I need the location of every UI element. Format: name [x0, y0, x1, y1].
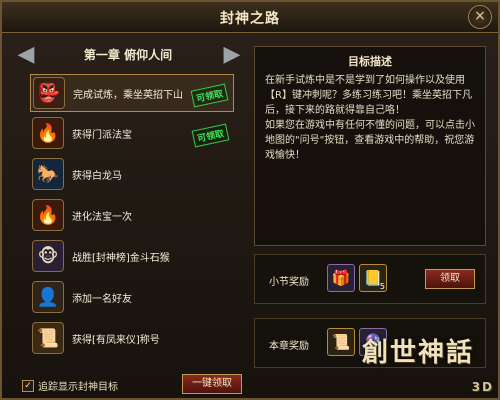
description-title: 目标描述	[348, 55, 392, 68]
claimable-stamp: 可领取	[191, 123, 230, 148]
scroll-icon[interactable]: 📜	[327, 328, 355, 356]
book-icon[interactable]: 📒 5	[359, 264, 387, 292]
task-item[interactable]: 🐵 战胜[封神榜]金斗石猴	[30, 238, 234, 276]
window-title: 封神之路	[220, 11, 280, 27]
task-label: 添加一名好友	[72, 294, 132, 305]
reward-count: 5	[379, 282, 385, 291]
description-panel: 目标描述 在新手试炼中是不是学到了如何操作以及使用【R】键冲刺呢？多练习练习吧！…	[254, 46, 486, 246]
chapter-reward-label: 本章奖励	[269, 341, 309, 352]
person-icon: 👤	[32, 281, 64, 313]
task-label: 战胜[封神榜]金斗石猴	[72, 253, 170, 264]
track-option[interactable]: ✓ 追踪显示封神目标	[22, 378, 118, 393]
task-label: 获得白龙马	[72, 171, 122, 182]
task-label: 进化法宝一次	[72, 212, 132, 223]
section-reward-label: 小节奖励	[269, 277, 309, 288]
claim-section-button[interactable]: 领取	[425, 269, 475, 289]
fire-orb-icon: 🔥	[32, 117, 64, 149]
task-list: 👺 完成试炼，乘坐英招下山 可领取 🔥 获得门派法宝 可领取 🐎 获得白龙马 🔥…	[30, 74, 234, 364]
scroll-icon: 📜	[32, 322, 64, 354]
reward-item-glyph: 📜	[331, 333, 351, 351]
monkey-icon: 🐵	[32, 240, 64, 272]
logo-text: 創世神話	[362, 338, 475, 368]
title-bar: 封神之路 ×	[2, 2, 498, 33]
reward-item-glyph: 🎁	[331, 269, 351, 287]
task-label: 获得[有凤来仪]称号	[72, 335, 160, 346]
task-item[interactable]: 🔥 获得门派法宝 可领取	[30, 115, 234, 153]
task-label: 完成试炼，乘坐英招下山	[73, 90, 183, 101]
section-reward-panel: 小节奖励 🎁 📒 5 领取	[254, 254, 486, 304]
chapter-header: ◀ 第一章 俯仰人间 ▶	[10, 38, 246, 74]
claim-all-button[interactable]: 一键领取	[182, 374, 242, 394]
track-checkbox[interactable]: ✓	[22, 379, 34, 392]
game-logo: 創世神話 3D	[362, 332, 498, 396]
chapter-title: 第一章 俯仰人间	[83, 48, 173, 62]
close-icon[interactable]: ×	[468, 5, 492, 29]
white-horse-icon: 🐎	[32, 158, 64, 190]
description-text: 在新手试炼中是不是学到了如何操作以及使用【R】键冲刺呢？多练习练习吧！乘坐英招下…	[265, 75, 475, 161]
claimable-stamp: 可领取	[190, 83, 229, 108]
task-item[interactable]: 🔥 进化法宝一次	[30, 197, 234, 235]
task-label: 获得门派法宝	[72, 130, 132, 141]
task-item[interactable]: 📜 获得[有凤来仪]称号	[30, 320, 234, 358]
fire-orb-icon: 🔥	[32, 199, 64, 231]
task-item[interactable]: 👤 添加一名好友	[30, 279, 234, 317]
gift-bag-icon[interactable]: 🎁	[327, 264, 355, 292]
demon-mask-icon: 👺	[33, 77, 65, 109]
task-item[interactable]: 👺 完成试炼，乘坐英招下山 可领取	[30, 74, 234, 112]
prev-chapter-icon[interactable]: ◀	[14, 41, 38, 69]
next-chapter-icon[interactable]: ▶	[220, 41, 244, 69]
task-item[interactable]: 🐎 获得白龙马	[30, 156, 234, 194]
track-label: 追踪显示封神目标	[38, 382, 118, 393]
quest-window: 封神之路 × ◀ 第一章 俯仰人间 ▶ 👺 完成试炼，乘坐英招下山 可领取 🔥 …	[0, 0, 500, 400]
logo-sub: 3D	[471, 380, 494, 394]
